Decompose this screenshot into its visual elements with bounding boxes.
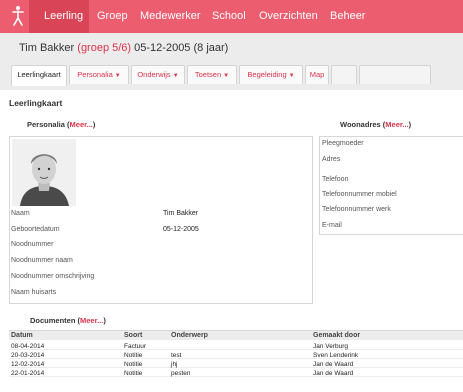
address-label-email: E-mail: [322, 222, 342, 229]
nav-medewerker[interactable]: Medewerker: [140, 10, 201, 23]
tab-personalia[interactable]: Personalia ▼: [69, 65, 129, 84]
column-header-soort[interactable]: Soort: [124, 331, 142, 341]
nav-groep[interactable]: Groep: [97, 10, 128, 23]
tab-empty[interactable]: [359, 65, 431, 84]
cell-datum: 12-02-2014: [11, 361, 45, 368]
address-label-pleegmoeder: Pleegmoeder: [322, 140, 364, 147]
woonadres-heading: Woonadres (Meer...): [340, 120, 412, 129]
personalia-title: Personalia: [27, 120, 65, 129]
cell-soort: Factuur: [124, 343, 147, 350]
column-header-datum[interactable]: Datum: [11, 331, 33, 341]
student-avatar-icon: [12, 139, 76, 206]
address-label-telefoon: Telefoon: [322, 176, 349, 183]
cell-soort: Notitie: [124, 352, 143, 359]
cell-soort: Notitie: [124, 370, 143, 377]
tab-toetsen[interactable]: Toetsen ▼: [187, 65, 237, 84]
caret-down-icon: ▼: [172, 73, 179, 79]
cell-gemaakt-door: Jan de Waard: [313, 370, 354, 377]
page-title: Leerlingkaart: [9, 98, 63, 108]
tab-label: Personalia: [77, 70, 113, 79]
caret-down-icon: ▼: [288, 73, 295, 79]
field-label-noodnummer: Noodnummer: [11, 241, 54, 248]
tab-bar: Leerlingkaart Personalia ▼ Onderwijs ▼ Toe…: [0, 65, 463, 86]
tab-onderwijs[interactable]: Onderwijs ▼: [131, 65, 185, 84]
cell-gemaakt-door: Sven Lenderink: [313, 352, 359, 359]
table-row[interactable]: 08-04-2014 Factuur Jan Verburg: [9, 342, 463, 350]
field-label-naam: Naam: [11, 210, 30, 217]
nav-beheer[interactable]: Beheer: [330, 10, 365, 23]
table-row[interactable]: 12-02-2014 Notitie jhj Jan de Waard: [9, 360, 463, 368]
column-header-gemaakt-door[interactable]: Gemaakt door: [313, 331, 360, 341]
student-dob-age: 05-12-2005 (8 jaar): [134, 42, 229, 54]
tab-label: Onderwijs: [137, 70, 171, 79]
nav-leerling[interactable]: Leerling: [44, 10, 83, 23]
table-row[interactable]: 20-03-2014 Notitie test Sven Lenderink: [9, 351, 463, 359]
column-header-onderwerp[interactable]: Onderwerp: [171, 331, 208, 341]
woonadres-panel: [319, 136, 463, 235]
caret-down-icon: ▼: [114, 73, 121, 79]
tab-label: Begeleiding: [247, 70, 287, 79]
nav-overzichten[interactable]: Overzichten: [259, 10, 318, 23]
personalia-meer-link[interactable]: Meer...: [70, 120, 93, 129]
cell-gemaakt-door: Jan Verburg: [313, 343, 349, 350]
tab-label: Toetsen: [194, 70, 222, 79]
cell-onderwerp: jhj: [171, 361, 178, 368]
cell-datum: 22-01-2014: [11, 370, 45, 377]
field-value-naam: Tim Bakker: [163, 210, 199, 217]
table-row[interactable]: 22-01-2014 Notitie pesten Jan de Waard: [9, 369, 463, 377]
student-title: Tim Bakker (groep 5/6) 05-12-2005 (8 jaa…: [19, 42, 228, 54]
cell-onderwerp: test: [171, 352, 182, 359]
address-label-adres: Adres: [322, 156, 341, 163]
cell-datum: 20-03-2014: [11, 352, 45, 359]
documenten-title: Documenten: [30, 316, 76, 325]
caret-down-icon: ▼: [223, 73, 230, 79]
cell-soort: Notitie: [124, 361, 143, 368]
tab-empty[interactable]: [331, 65, 357, 84]
top-navigation-bar: Leerling Groep Medewerker School Overzic…: [0, 0, 463, 33]
cell-onderwerp: pesten: [171, 370, 191, 377]
documenten-meer-link[interactable]: Meer...: [80, 316, 103, 325]
tab-label: Leerlingkaart: [17, 70, 61, 79]
personalia-heading: Personalia (Meer...): [27, 120, 96, 129]
field-label-noodnummer-omschrijving: Noodnummer omschrijving: [11, 273, 95, 280]
table-header: Datum Soort Onderwerp Gemaakt door: [9, 330, 463, 340]
tab-label: Map: [309, 70, 325, 79]
student-group-link[interactable]: (groep 5/6): [77, 42, 131, 54]
cell-datum: 08-04-2014: [11, 343, 45, 350]
address-label-telefoon-werk: Telefoonnummer werk: [322, 206, 391, 213]
address-label-telefoon-mobiel: Telefoonnummer mobiel: [322, 191, 397, 198]
nav-school[interactable]: School: [212, 10, 246, 23]
tab-map[interactable]: Map: [305, 65, 329, 84]
woonadres-meer-link[interactable]: Meer...: [385, 120, 408, 129]
field-value-geboortedatum: 05-12-2005: [163, 226, 199, 233]
stick-figure-icon[interactable]: [9, 5, 27, 27]
student-photo: [12, 139, 76, 206]
woonadres-title: Woonadres: [340, 120, 381, 129]
field-label-noodnummer-naam: Noodnummer naam: [11, 257, 73, 264]
tab-begeleiding[interactable]: Begeleiding ▼: [239, 65, 303, 84]
student-name: Tim Bakker: [19, 42, 75, 54]
tab-leerlingkaart[interactable]: Leerlingkaart: [11, 65, 67, 86]
field-label-naam-huisarts: Naam huisarts: [11, 289, 57, 296]
field-label-geboortedatum: Geboortedatum: [11, 226, 60, 233]
documenten-heading: Documenten (Meer...): [30, 316, 106, 325]
cell-gemaakt-door: Jan de Waard: [313, 361, 354, 368]
